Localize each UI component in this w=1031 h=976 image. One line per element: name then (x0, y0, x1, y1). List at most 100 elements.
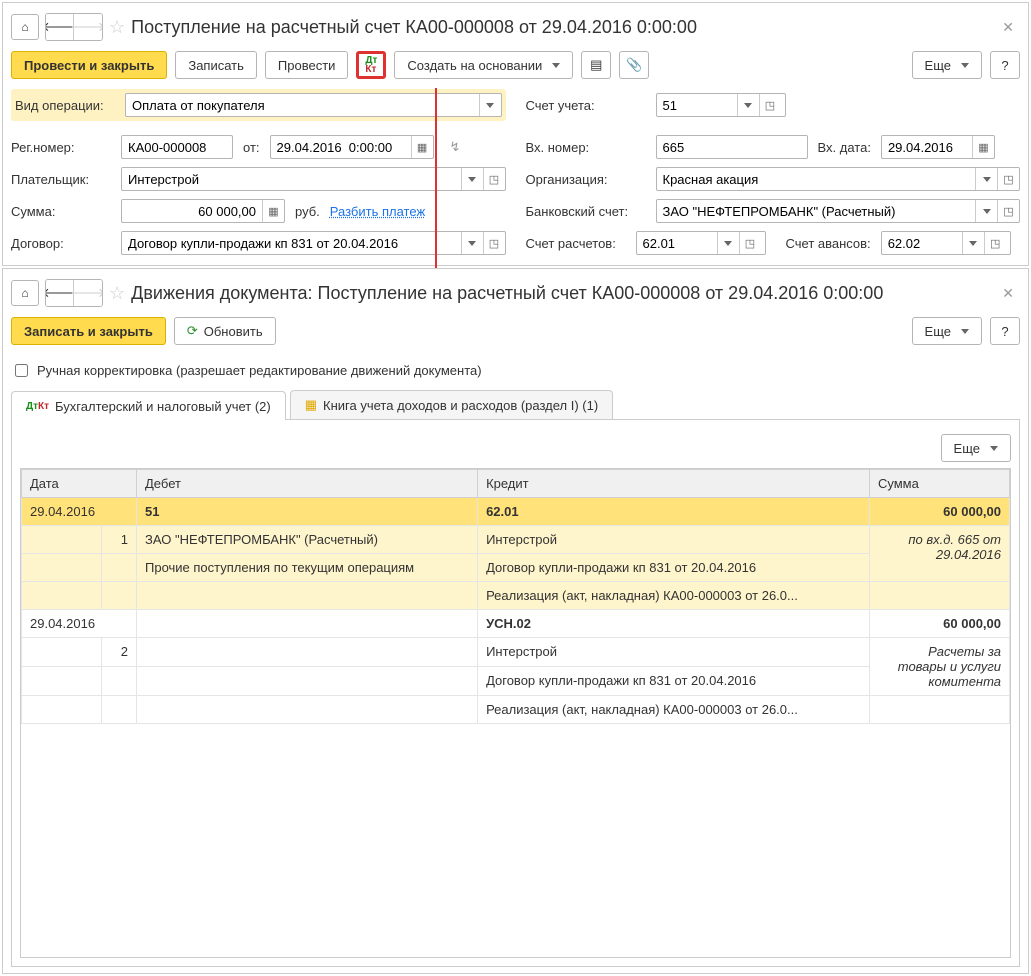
account-label: Счет учета: (526, 98, 646, 113)
attach-button[interactable]: 📎 (619, 51, 649, 79)
op-type-label: Вид операции: (15, 98, 115, 113)
save-button[interactable]: Записать (175, 51, 257, 79)
contract-field[interactable] (122, 232, 461, 254)
favorite-icon[interactable]: ☆ (109, 283, 125, 304)
regnum-input[interactable] (121, 135, 233, 159)
manual-edit-row: Ручная корректировка (разрешает редактир… (11, 355, 1020, 386)
date-input[interactable]: ▦ (270, 135, 434, 159)
dropdown-icon[interactable] (461, 232, 483, 254)
manual-edit-checkbox[interactable] (15, 364, 28, 377)
table-row[interactable]: 29.04.2016 51 62.01 60 000,00 (22, 498, 1010, 526)
sum-label: Сумма: (11, 204, 111, 219)
tabs: ДтКт Бухгалтерский и налоговый учет (2) … (11, 390, 1020, 420)
in-date-field[interactable] (882, 136, 972, 158)
tab-income-book[interactable]: ▦ Книга учета доходов и расходов (раздел… (290, 390, 613, 419)
calendar-icon[interactable]: ▦ (972, 136, 994, 158)
contract-input[interactable]: ◳ (121, 231, 506, 255)
table-row[interactable]: Реализация (акт, накладная) КА00-000003 … (22, 696, 1010, 724)
report-button[interactable]: ▤ (581, 51, 611, 79)
payer-input[interactable]: ◳ (121, 167, 506, 191)
table-row[interactable]: Прочие поступления по текущим операциям … (22, 554, 1010, 582)
col-debit[interactable]: Дебет (137, 470, 478, 498)
from-label: от: (243, 140, 260, 155)
more-button[interactable]: Еще (912, 51, 982, 79)
adv-acc-field[interactable] (882, 232, 962, 254)
post-button[interactable]: Провести (265, 51, 349, 79)
org-field[interactable] (657, 168, 976, 190)
open-icon[interactable]: ◳ (997, 200, 1019, 222)
col-sum[interactable]: Сумма (870, 470, 1010, 498)
open-icon[interactable]: ◳ (483, 232, 505, 254)
table-row[interactable]: Договор купли-продажи кп 831 от 20.04.20… (22, 667, 1010, 696)
bankacc-field[interactable] (657, 200, 976, 222)
date-field[interactable] (271, 136, 411, 158)
home-button[interactable]: ⌂ (11, 280, 39, 306)
refresh-button[interactable]: ⟳Обновить (174, 317, 276, 345)
calc-acc-field[interactable] (637, 232, 717, 254)
close-button[interactable]: ✕ (996, 19, 1020, 36)
col-date[interactable]: Дата (22, 470, 137, 498)
dropdown-icon[interactable] (737, 94, 759, 116)
sum-field[interactable] (122, 200, 262, 222)
save-and-close-button[interactable]: Записать и закрыть (11, 317, 166, 345)
op-type-row: Вид операции: (11, 89, 506, 121)
in-num-field[interactable] (657, 136, 807, 158)
toolbar: Провести и закрыть Записать Провести ДтК… (11, 51, 1020, 89)
help-button[interactable]: ? (990, 51, 1020, 79)
close-button[interactable]: ✕ (996, 285, 1020, 302)
regnum-field[interactable] (122, 136, 232, 158)
open-icon[interactable]: ◳ (984, 232, 1006, 254)
dtkt-icon: ДтКт (26, 402, 49, 411)
dropdown-icon[interactable] (479, 94, 501, 116)
tab-content: Еще Дата Дебет Кредит Сумма 29.04.2016 5… (11, 420, 1020, 967)
titlebar: ⌂ 🡐 🡒 ☆ Движения документа: Поступление … (11, 275, 1020, 317)
table-row[interactable]: 1 ЗАО "НЕФТЕПРОМБАНК" (Расчетный) Интерс… (22, 526, 1010, 554)
table-more-button[interactable]: Еще (941, 434, 1011, 462)
home-button[interactable]: ⌂ (11, 14, 39, 40)
dropdown-icon[interactable] (461, 168, 483, 190)
post-and-close-button[interactable]: Провести и закрыть (11, 51, 167, 79)
calc-acc-input[interactable]: ◳ (636, 231, 766, 255)
book-icon: ▦ (305, 397, 317, 413)
open-icon[interactable]: ◳ (759, 94, 781, 116)
more-button[interactable]: Еще (912, 317, 982, 345)
split-payment-link[interactable]: Разбить платеж (330, 204, 425, 219)
favorite-icon[interactable]: ☆ (109, 17, 125, 38)
in-num-input[interactable] (656, 135, 808, 159)
open-icon[interactable]: ◳ (997, 168, 1019, 190)
dropdown-icon[interactable] (717, 232, 739, 254)
calc-icon[interactable]: ▦ (262, 200, 284, 222)
document-pane: ⌂ 🡐 🡒 ☆ Поступление на расчетный счет КА… (2, 2, 1029, 266)
calendar-icon[interactable]: ▦ (411, 136, 433, 158)
open-icon[interactable]: ◳ (739, 232, 761, 254)
movements-table-wrap[interactable]: Дата Дебет Кредит Сумма 29.04.2016 51 62… (20, 468, 1011, 958)
col-credit[interactable]: Кредит (478, 470, 870, 498)
forward-button[interactable]: 🡒 (74, 14, 102, 40)
bankacc-input[interactable]: ◳ (656, 199, 1021, 223)
payer-field[interactable] (122, 168, 461, 190)
payer-label: Плательщик: (11, 172, 111, 187)
movements-table: Дата Дебет Кредит Сумма 29.04.2016 51 62… (21, 469, 1010, 724)
dropdown-icon[interactable] (962, 232, 984, 254)
dropdown-icon[interactable] (975, 168, 997, 190)
op-type-input[interactable] (125, 93, 502, 117)
dropdown-icon[interactable] (975, 200, 997, 222)
account-input[interactable]: ◳ (656, 93, 786, 117)
movements-pane: ⌂ 🡐 🡒 ☆ Движения документа: Поступление … (2, 268, 1029, 974)
forward-button[interactable]: 🡒 (74, 280, 102, 306)
account-field[interactable] (657, 94, 737, 116)
table-row[interactable]: 29.04.2016 УСН.02 60 000,00 (22, 610, 1010, 638)
table-row[interactable]: 2 Интерстрой Расчеты за товары и услуги … (22, 638, 1010, 667)
tab-accounting[interactable]: ДтКт Бухгалтерский и налоговый учет (2) (11, 391, 286, 420)
in-date-input[interactable]: ▦ (881, 135, 995, 159)
adv-acc-input[interactable]: ◳ (881, 231, 1011, 255)
sum-input[interactable]: ▦ (121, 199, 285, 223)
op-type-field[interactable] (126, 94, 479, 116)
open-icon[interactable]: ◳ (483, 168, 505, 190)
org-input[interactable]: ◳ (656, 167, 1021, 191)
show-movements-button[interactable]: ДтКт (356, 51, 386, 79)
help-button[interactable]: ? (990, 317, 1020, 345)
posted-icon: ↯ (450, 139, 461, 155)
create-based-button[interactable]: Создать на основании (394, 51, 573, 79)
table-row[interactable]: Реализация (акт, накладная) КА00-000003 … (22, 582, 1010, 610)
